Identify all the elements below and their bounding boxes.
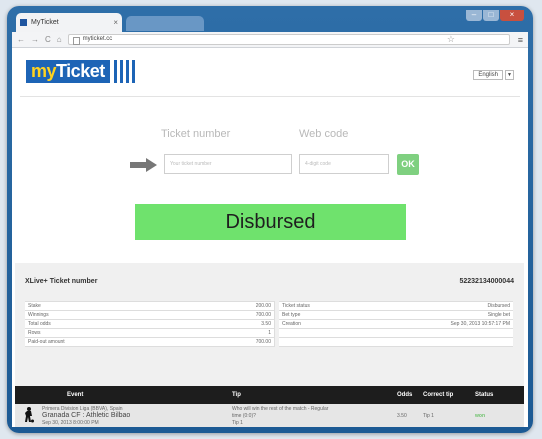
row-label: Winnings (28, 312, 49, 318)
web-code-label: Web code (299, 128, 349, 140)
row-label: Bet type (282, 312, 301, 318)
status-badge: won (475, 413, 485, 419)
ticket-number-input[interactable]: Your ticket number (164, 154, 292, 174)
back-icon[interactable]: ← (17, 35, 25, 44)
barcode-icon (113, 60, 138, 83)
browser-toolbar: ← → C ⌂ myticket.cc ☆ ≡ (12, 32, 528, 48)
logo-ticket: Ticket (56, 61, 105, 81)
ticket-amounts-table: Stake 200.00 Winnings 700.00 Total odds 3.5… (25, 301, 275, 347)
new-tab-button[interactable] (126, 16, 204, 31)
browser-tab[interactable]: MyTicket × (16, 13, 122, 32)
table-row: Paid-out amount 700.00 (25, 338, 274, 347)
table-row: Winnings 700.00 (25, 311, 274, 320)
bet-odds: 3.50 (397, 413, 407, 419)
favicon-icon (20, 19, 27, 26)
ticket-number-heading: XLive+ Ticket number (25, 278, 98, 285)
table-row: Total odds 3.50 (25, 320, 274, 329)
row-value: 700.00 (255, 312, 271, 318)
row-value: 700.00 (255, 339, 271, 345)
column-tip: Tip (232, 392, 241, 398)
row-value: Sep 30, 2013 10:57:17 PM (450, 321, 511, 327)
table-row: Bet type Single bet (279, 311, 513, 320)
football-player-icon (25, 407, 34, 423)
row-label: Creation (282, 321, 301, 327)
column-odds: Odds (397, 392, 413, 398)
event-match: Granada CF : Athletic Bilbao (42, 412, 131, 419)
tip-question: Who will win the rest of the match - Reg… (232, 406, 329, 412)
tab-title: MyTicket (31, 19, 59, 26)
browser-window: MyTicket × – □ × ← → C ⌂ myticket.cc ☆ ≡… (7, 6, 533, 433)
row-value: Disbursed (487, 303, 510, 309)
ticket-info-panel: XLive+ Ticket number 52232134000044 Stak… (15, 263, 524, 395)
bet-correct-tip: Tip 1 (423, 413, 434, 419)
ok-button[interactable]: OK (397, 154, 419, 175)
table-row: Rows 1 (25, 329, 274, 338)
tab-close-icon[interactable]: × (113, 18, 118, 27)
arrow-right-icon (130, 158, 158, 172)
header-divider (20, 96, 520, 97)
tip-choice: Tip 1 (232, 420, 243, 426)
reload-icon[interactable]: C (45, 35, 51, 44)
row-label: Stake (28, 303, 41, 309)
tab-strip: MyTicket × – □ × (12, 10, 528, 32)
ticket-number-value: 52232134000044 (459, 278, 514, 285)
bets-table-header: Event Tip Odds Correct tip Status (15, 386, 524, 404)
row-label: Total odds (28, 321, 51, 327)
chevron-down-icon: ▼ (505, 70, 514, 80)
ticket-details-table: Ticket status Disbursed Bet type Single be… (279, 301, 513, 347)
window-controls: – □ × (465, 10, 524, 21)
table-row (279, 329, 513, 338)
row-value: 3.50 (261, 321, 271, 327)
ticket-header: XLive+ Ticket number 52232134000044 (25, 278, 514, 285)
home-icon[interactable]: ⌂ (57, 35, 62, 44)
row-value: 1 (268, 330, 271, 336)
column-event: Event (67, 392, 84, 398)
table-row: Ticket status Disbursed (279, 302, 513, 311)
event-date: Sep 30, 2013 8:00:00 PM (42, 420, 99, 426)
ticket-number-label: Ticket number (161, 128, 231, 140)
logo[interactable]: myTicket (26, 60, 138, 83)
column-correct-tip: Correct tip (423, 392, 454, 398)
forward-icon[interactable]: → (31, 35, 39, 44)
logo-my: my (31, 61, 57, 81)
status-banner: Disbursed (135, 204, 406, 240)
language-select[interactable]: English ▼ (473, 70, 514, 80)
close-window-button[interactable]: × (500, 10, 524, 21)
column-status: Status (475, 392, 494, 398)
row-label: Ticket status (282, 303, 310, 309)
minimize-button[interactable]: – (466, 10, 482, 21)
row-value: Single bet (487, 312, 510, 318)
menu-icon[interactable]: ≡ (518, 35, 523, 45)
page-content: myTicket English ▼ Ticket number Web cod… (12, 48, 528, 427)
row-label: Rows (28, 330, 41, 336)
maximize-button[interactable]: □ (483, 10, 499, 21)
logo-text: myTicket (26, 60, 110, 83)
bookmark-star-icon[interactable]: ☆ (447, 34, 455, 45)
table-row (279, 338, 513, 347)
tip-question-cont: time (0:0)? (232, 413, 256, 419)
row-label: Paid-out amount (28, 339, 65, 345)
web-code-input[interactable]: 4-digit code (299, 154, 389, 174)
row-value: 200.00 (255, 303, 271, 309)
table-row: Creation Sep 30, 2013 10:57:17 PM (279, 320, 513, 329)
table-row: Primera Division Liga (BBVA), Spain Gran… (15, 404, 524, 427)
address-bar[interactable]: myticket.cc (67, 34, 510, 45)
table-row: Stake 200.00 (25, 302, 274, 311)
language-value: English (473, 70, 503, 80)
